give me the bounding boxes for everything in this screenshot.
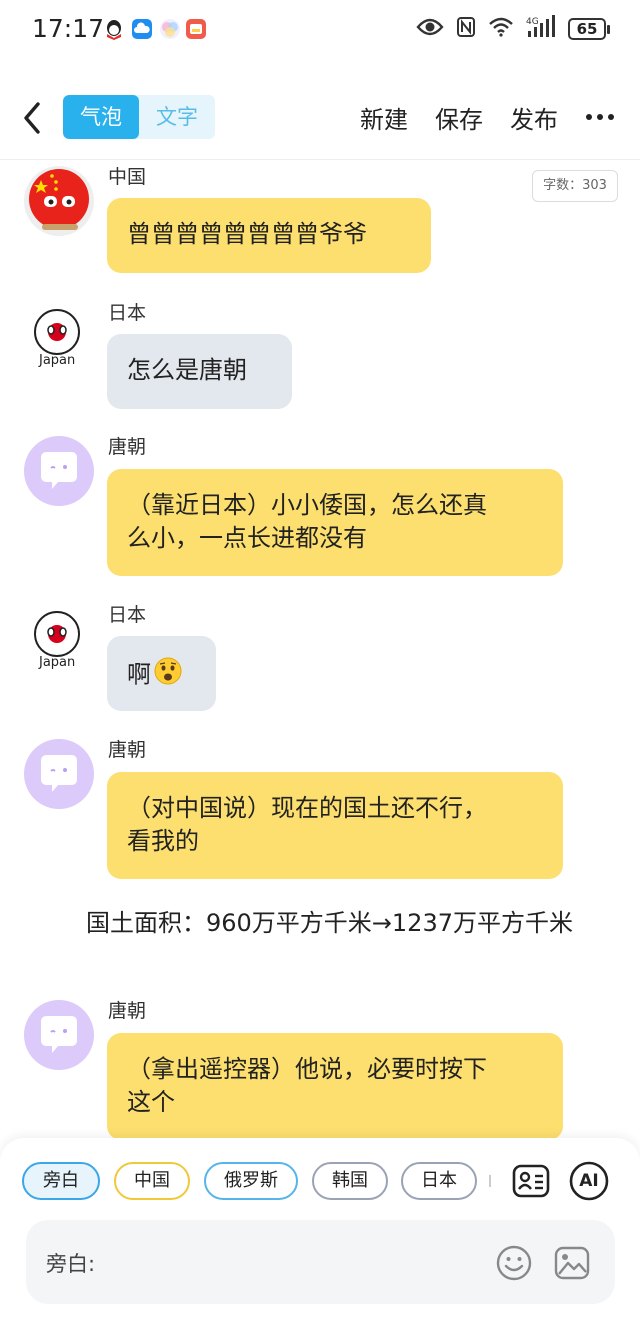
back-arrow-icon <box>24 102 40 134</box>
more-icon[interactable] <box>586 114 614 122</box>
speaker-name: 日本 <box>108 604 147 626</box>
avatar-caption: Japan <box>39 353 76 368</box>
message-bubble[interactable]: （拿出遥控器）他说，必要时按下 这个 <box>107 1033 563 1140</box>
speaker-name: 唐朝 <box>108 436 147 458</box>
battery-indicator: 65 <box>568 18 610 40</box>
message-text: 曾曾曾曾曾曾曾曾爷爷 <box>127 220 367 248</box>
avatar-caption: Japan <box>39 655 76 670</box>
speaker-name: 唐朝 <box>108 1000 147 1022</box>
message-text-line: （拿出遥控器）他说，必要时按下 <box>127 1055 487 1083</box>
speaker-name: 唐朝 <box>108 739 147 761</box>
svg-text:4G: 4G <box>526 17 539 27</box>
chat-bubble-avatar-icon <box>41 1016 77 1053</box>
shocked-face-icon <box>153 656 183 695</box>
role-chip-japan[interactable]: 日本 <box>401 1162 477 1200</box>
chat-bubble-avatar-icon <box>41 452 77 489</box>
color-app-icon <box>160 19 180 39</box>
avatar-tang[interactable] <box>24 1000 94 1070</box>
role-list-icon[interactable] <box>511 1161 551 1201</box>
role-chip-narrator[interactable]: 旁白 <box>22 1162 100 1200</box>
gallery-app-icon <box>186 19 206 39</box>
message-text: 啊 <box>127 660 151 689</box>
page: 17:17 4G 65 气泡 文字 新建 保存 发布 字数：303 中国 曾曾曾… <box>0 0 640 1330</box>
avatar-japan[interactable]: Japan <box>24 606 94 676</box>
composer-input-box: 旁白: <box>26 1220 615 1304</box>
speaker-name: 中国 <box>108 166 147 188</box>
mode-switch: 气泡 文字 <box>63 95 215 139</box>
message-bubble[interactable]: 啊 <box>107 636 216 711</box>
message-text-line: （对中国说）现在的国土还不行， <box>127 794 487 822</box>
tab-bubble[interactable]: 气泡 <box>63 95 139 139</box>
eye-icon <box>416 17 444 41</box>
status-time: 17:17 <box>32 14 105 43</box>
status-bar: 17:17 4G 65 <box>0 0 640 60</box>
narration-text[interactable]: 国土面积：960万平方千米→1237万平方千米 <box>24 906 604 940</box>
qq-icon <box>104 19 124 40</box>
message-text-line: 么小，一点长进都没有 <box>127 524 367 552</box>
message-text: 怎么是唐朝 <box>127 356 247 384</box>
avatar-tang[interactable] <box>24 436 94 506</box>
signal-4g-icon: 4G <box>526 15 556 43</box>
publish-button[interactable]: 发布 <box>510 100 558 135</box>
message-bubble[interactable]: 怎么是唐朝 <box>107 334 292 409</box>
ai-button[interactable]: AI <box>569 1161 609 1201</box>
avatar-china[interactable] <box>24 166 94 236</box>
avatar-tang[interactable] <box>24 739 94 809</box>
message-text-line: 看我的 <box>127 827 199 855</box>
chip-divider <box>489 1175 491 1187</box>
message-bubble[interactable]: 曾曾曾曾曾曾曾曾爷爷 <box>107 198 431 273</box>
message-text-line: （靠近日本）小小倭国，怎么还真 <box>127 491 487 519</box>
ai-label: AI <box>579 1171 599 1191</box>
message-bubble[interactable]: （对中国说）现在的国土还不行， 看我的 <box>107 772 563 879</box>
message-input[interactable] <box>106 1236 486 1288</box>
word-count-badge: 字数：303 <box>532 170 618 202</box>
message-bubble[interactable]: （靠近日本）小小倭国，怎么还真 么小，一点长进都没有 <box>107 469 563 576</box>
role-chip-china[interactable]: 中国 <box>114 1162 190 1200</box>
china-ball-icon <box>29 169 89 230</box>
message-text-line: 这个 <box>127 1088 175 1116</box>
tab-text[interactable]: 文字 <box>139 95 215 139</box>
composer-panel: 旁白 中国 俄罗斯 韩国 日本 AI 旁白: <box>0 1138 640 1330</box>
back-button[interactable] <box>18 98 48 138</box>
input-role-label: 旁白: <box>46 1252 96 1276</box>
wifi-icon <box>488 16 514 42</box>
nfc-icon <box>456 16 476 42</box>
speaker-name: 日本 <box>108 302 147 324</box>
avatar-japan[interactable]: Japan <box>24 304 94 374</box>
chat-bubble-avatar-icon <box>41 755 77 792</box>
battery-tip <box>607 24 610 34</box>
battery-level: 65 <box>568 18 606 40</box>
role-chip-russia[interactable]: 俄罗斯 <box>204 1162 298 1200</box>
role-chip-korea[interactable]: 韩国 <box>312 1162 388 1200</box>
save-button[interactable]: 保存 <box>435 100 483 135</box>
emoji-icon[interactable] <box>495 1244 533 1282</box>
cloud-app-icon <box>132 19 152 39</box>
top-bar: 气泡 文字 新建 保存 发布 <box>0 78 640 160</box>
new-button[interactable]: 新建 <box>360 100 408 135</box>
status-icons: 4G 65 <box>416 14 610 44</box>
image-icon[interactable] <box>553 1244 591 1282</box>
